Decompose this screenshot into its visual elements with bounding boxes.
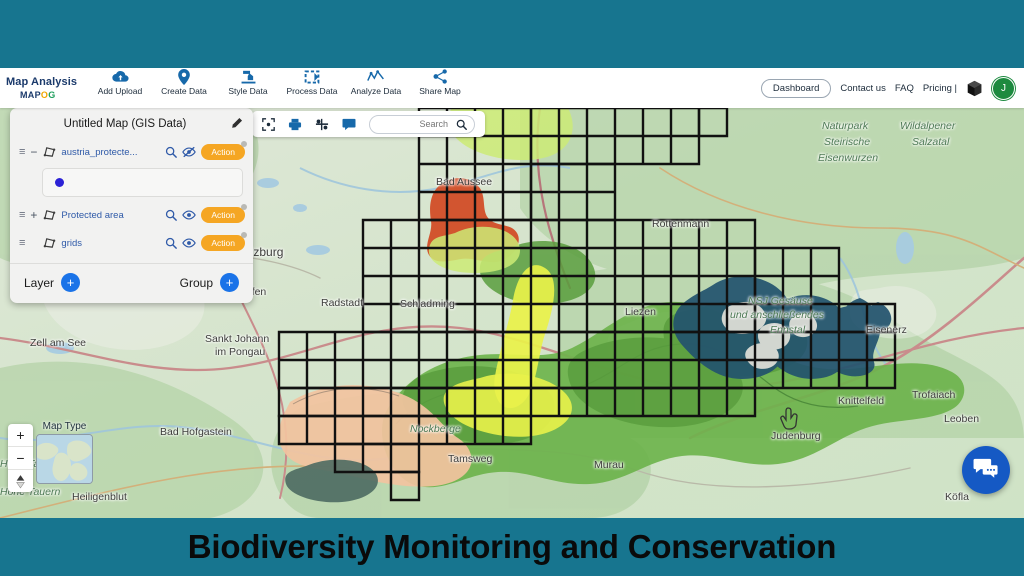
- nav-label: Share Map: [419, 86, 461, 96]
- user-avatar[interactable]: J: [992, 76, 1015, 100]
- layer-action-button[interactable]: Action: [201, 204, 247, 223]
- map-type-control[interactable]: Map Type: [36, 421, 93, 484]
- caption-banner: Biodiversity Monitoring and Conservation: [0, 518, 1024, 576]
- map-type-label: Map Type: [42, 421, 87, 432]
- location-pin-icon: [152, 69, 216, 85]
- print-icon[interactable]: [288, 118, 302, 131]
- brand-mapog: MAPOG: [20, 89, 56, 100]
- polygon-layer-icon[interactable]: [43, 146, 56, 158]
- comment-icon[interactable]: [342, 118, 356, 131]
- fullscreen-icon[interactable]: [262, 117, 275, 131]
- top-teal-band: [0, 0, 1024, 68]
- app-screen: Map Analysis MAPOG Add Upload Create Dat…: [0, 0, 1024, 576]
- layer-panel-header: Untitled Map (GIS Data): [10, 108, 253, 138]
- layer-name[interactable]: grids: [61, 238, 160, 249]
- layer-panel: Untitled Map (GIS Data) ≡ − austria_prot…: [10, 108, 253, 303]
- drag-handle-icon[interactable]: ≡: [19, 146, 26, 158]
- expand-toggle[interactable]: +: [29, 208, 38, 222]
- layer-list: ≡ − austria_protecte... Action ≡ + Prote…: [10, 138, 253, 261]
- faq-link[interactable]: FAQ: [895, 83, 914, 94]
- dashboard-button[interactable]: Dashboard: [760, 78, 832, 98]
- layer-name[interactable]: austria_protecte...: [61, 147, 160, 158]
- nav-analyze-data[interactable]: Analyze Data: [344, 69, 408, 96]
- search-input[interactable]: [392, 118, 450, 130]
- layer-action-button[interactable]: Action: [201, 141, 247, 160]
- eye-icon[interactable]: [182, 209, 197, 221]
- search-icon: [456, 119, 467, 130]
- action-status-dot: [241, 141, 247, 147]
- eye-off-icon[interactable]: [182, 146, 197, 158]
- header-nav: Add Upload Create Data Style Data Proces…: [88, 67, 472, 109]
- add-layer-label: Layer: [24, 275, 55, 290]
- analyze-chart-icon: [344, 69, 408, 85]
- polygon-layer-icon[interactable]: [43, 237, 56, 249]
- compass-north-icon[interactable]: [8, 470, 33, 492]
- collapse-toggle[interactable]: −: [29, 145, 38, 159]
- layer-row-grids[interactable]: ≡ grids Action: [10, 229, 253, 257]
- layer-legend-austria-protected: [42, 168, 243, 197]
- pencil-icon[interactable]: [230, 117, 243, 130]
- polygon-layer-icon[interactable]: [43, 209, 56, 221]
- style-paint-icon: [216, 69, 280, 85]
- layer-row-protected-area[interactable]: ≡ + Protected area Action: [10, 201, 253, 229]
- zoom-to-layer-icon[interactable]: [165, 209, 178, 221]
- zoom-to-layer-icon[interactable]: [165, 237, 178, 249]
- brand-title: Map Analysis: [6, 75, 78, 88]
- add-layer-button[interactable]: +: [61, 273, 81, 292]
- chat-support-button[interactable]: [962, 446, 1010, 494]
- nav-label: Style Data: [228, 86, 268, 96]
- nav-share-map[interactable]: Share Map: [408, 69, 472, 96]
- compare-swipe-icon[interactable]: [315, 118, 329, 131]
- layer-action-button[interactable]: Action: [201, 232, 247, 251]
- nav-add-upload[interactable]: Add Upload: [88, 69, 152, 96]
- eye-icon[interactable]: [182, 237, 197, 249]
- zoom-out-button[interactable]: −: [8, 447, 33, 470]
- app-header: Map Analysis MAPOG Add Upload Create Dat…: [0, 68, 1024, 108]
- map-title: Untitled Map (GIS Data): [63, 117, 187, 130]
- layer-name[interactable]: Protected area: [61, 210, 160, 221]
- nav-process-data[interactable]: Process Data: [280, 69, 344, 96]
- legend-symbol-dot: [55, 178, 64, 187]
- zoom-in-button[interactable]: +: [8, 424, 33, 447]
- brand-logo[interactable]: Map Analysis MAPOG: [0, 75, 88, 100]
- map-type-thumbnail[interactable]: [36, 434, 93, 484]
- contact-us-link[interactable]: Contact us: [840, 83, 885, 94]
- cube-icon[interactable]: [966, 80, 983, 97]
- header-right-group: Dashboard Contact us FAQ Pricing | J: [760, 76, 1024, 100]
- nav-label: Process Data: [286, 86, 338, 96]
- caption-text: Biodiversity Monitoring and Conservation: [187, 528, 837, 565]
- layer-row-austria-protected[interactable]: ≡ − austria_protecte... Action: [10, 138, 253, 166]
- add-group-button[interactable]: +: [220, 273, 239, 292]
- chat-bubbles-icon: [973, 457, 999, 484]
- pricing-link[interactable]: Pricing |: [923, 83, 957, 94]
- action-status-dot: [241, 204, 247, 210]
- cloud-upload-icon: [88, 69, 152, 85]
- add-group-group: Group +: [180, 273, 239, 292]
- nav-label: Add Upload: [97, 86, 143, 96]
- add-group-label: Group: [179, 275, 213, 290]
- drag-handle-icon[interactable]: ≡: [19, 237, 26, 249]
- process-transform-icon: [280, 69, 344, 85]
- layer-panel-footer: Layer + Group +: [10, 264, 253, 303]
- nav-label: Analyze Data: [350, 86, 402, 96]
- zoom-to-layer-icon[interactable]: [165, 146, 178, 158]
- map-search-box[interactable]: [369, 114, 475, 134]
- map-zoom-controls: + −: [8, 424, 33, 492]
- share-icon: [408, 69, 472, 85]
- drag-handle-icon[interactable]: ≡: [19, 209, 26, 221]
- action-status-dot: [241, 232, 247, 238]
- map-toolbar: [252, 111, 485, 137]
- nav-label: Create Data: [161, 86, 207, 96]
- nav-style-data[interactable]: Style Data: [216, 69, 280, 96]
- nav-create-data[interactable]: Create Data: [152, 69, 216, 96]
